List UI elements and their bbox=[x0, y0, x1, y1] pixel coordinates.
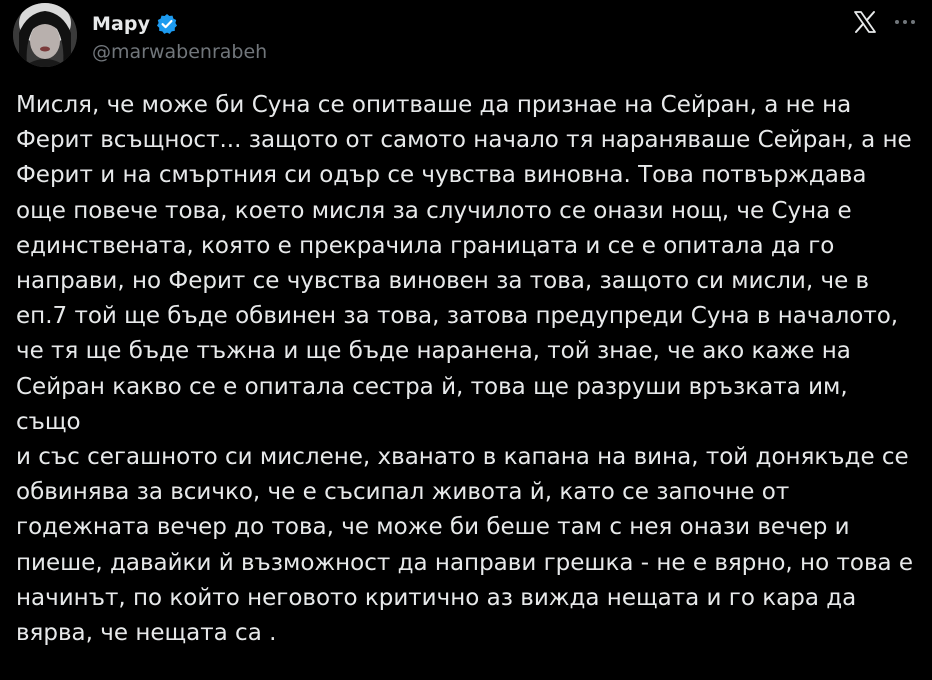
verified-badge-icon bbox=[156, 13, 178, 35]
display-name[interactable]: Мару bbox=[92, 13, 150, 35]
tweet-card: Мару @marwabenrabeh Мисля, че може би Су… bbox=[0, 0, 932, 680]
tweet-header: Мару @marwabenrabeh bbox=[13, 3, 918, 73]
header-actions bbox=[852, 9, 918, 35]
author-names: Мару @marwabenrabeh bbox=[92, 11, 267, 63]
author-handle[interactable]: @marwabenrabeh bbox=[92, 41, 267, 63]
more-options-icon[interactable] bbox=[892, 9, 918, 35]
avatar[interactable] bbox=[13, 3, 77, 67]
display-name-row: Мару bbox=[92, 11, 267, 37]
avatar-image bbox=[13, 3, 77, 67]
x-logo-icon[interactable] bbox=[852, 9, 878, 35]
tweet-text: Мисля, че може би Суна се опитваше да пр… bbox=[16, 92, 914, 647]
